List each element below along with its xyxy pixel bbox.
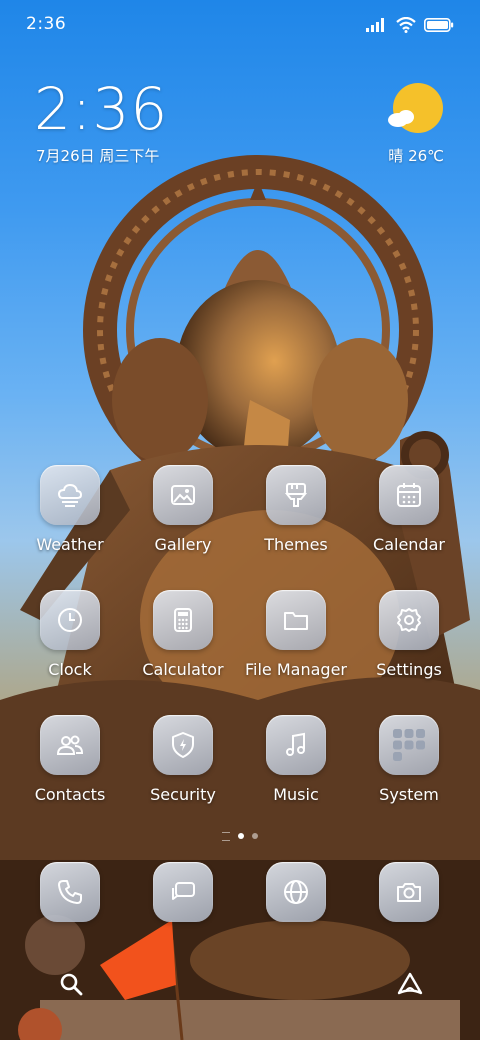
clock-icon [40, 590, 100, 650]
app-settings[interactable]: Settings [354, 590, 464, 700]
status-time: 2:36 [26, 14, 67, 34]
phone-icon [40, 862, 100, 922]
camera-icon [379, 862, 439, 922]
app-label: Calculator [142, 660, 224, 679]
battery-icon [424, 18, 454, 32]
cellular-signal-icon [366, 18, 384, 32]
assistant-button[interactable] [388, 962, 432, 1006]
dock-phone[interactable] [15, 862, 125, 972]
app-clock[interactable]: Clock [15, 590, 125, 700]
system-folder-icon [379, 715, 439, 775]
page-dot [252, 833, 258, 839]
search-icon [60, 973, 83, 996]
browser-globe-icon [266, 862, 326, 922]
dock-camera[interactable] [354, 862, 464, 972]
app-music[interactable]: Music [241, 715, 351, 825]
app-label: Settings [376, 660, 442, 679]
app-label: Security [150, 785, 216, 804]
app-label: File Manager [245, 660, 347, 679]
calendar-icon [379, 465, 439, 525]
app-calendar[interactable]: Calendar [354, 465, 464, 575]
contacts-icon [40, 715, 100, 775]
wifi-icon [396, 17, 416, 33]
messages-icon [153, 862, 213, 922]
app-weather[interactable]: Weather [15, 465, 125, 575]
app-label: Contacts [34, 785, 106, 804]
assistant-icon [397, 972, 423, 995]
app-security[interactable]: Security [128, 715, 238, 825]
page-dot-active [238, 833, 244, 839]
music-note-icon [266, 715, 326, 775]
app-file-manager[interactable]: File Manager [241, 590, 351, 700]
app-calculator[interactable]: Calculator [128, 590, 238, 700]
app-label: Weather [36, 535, 104, 554]
themes-brush-icon [266, 465, 326, 525]
status-bar: 2:36 [0, 0, 480, 50]
dock-messages[interactable] [128, 862, 238, 972]
search-button[interactable] [49, 962, 93, 1006]
app-contacts[interactable]: Contacts [15, 715, 125, 825]
clock-widget-date[interactable]: 7月26日 周三下午 [36, 145, 159, 166]
app-label: Calendar [373, 535, 445, 554]
page-indicator-menu-icon [222, 831, 230, 841]
sunny-weather-icon [388, 83, 443, 133]
page-indicator[interactable] [200, 830, 280, 842]
clock-widget-time[interactable]: 2:36 [34, 76, 168, 142]
gallery-icon [153, 465, 213, 525]
folder-icon [266, 590, 326, 650]
app-label: Music [273, 785, 319, 804]
weather-widget-text[interactable]: 晴 26℃ [388, 145, 444, 166]
app-themes[interactable]: Themes [241, 465, 351, 575]
gear-icon [379, 590, 439, 650]
shield-icon [153, 715, 213, 775]
dock-browser[interactable] [241, 862, 351, 972]
app-folder-system[interactable]: System [354, 715, 464, 825]
app-label: Themes [264, 535, 328, 554]
calculator-icon [153, 590, 213, 650]
app-label: Clock [48, 660, 92, 679]
app-label: System [379, 785, 439, 804]
app-label: Gallery [154, 535, 212, 554]
weather-cloud-icon [40, 465, 100, 525]
status-icons [366, 15, 454, 35]
app-gallery[interactable]: Gallery [128, 465, 238, 575]
